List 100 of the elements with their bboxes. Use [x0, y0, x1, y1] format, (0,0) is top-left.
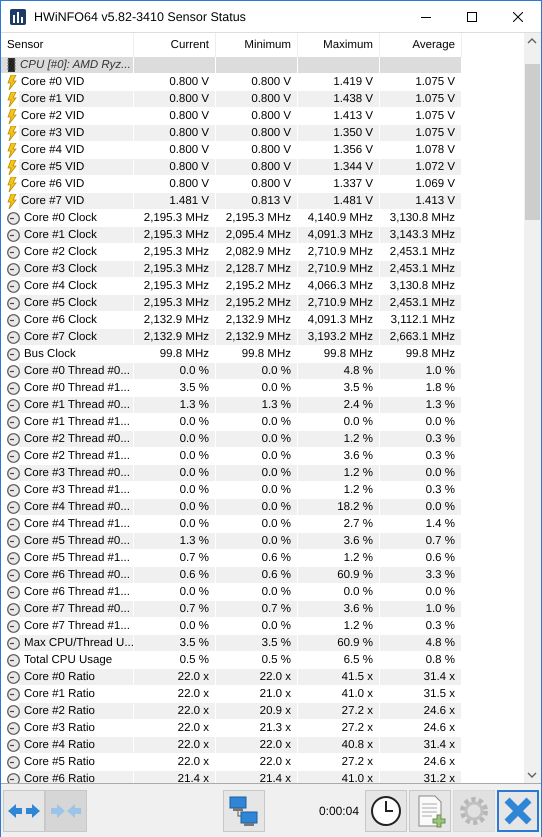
sensor-name: Core #4 Clock: [24, 279, 97, 294]
gauge-icon: [7, 534, 20, 548]
value-cell: 0.0 %: [134, 414, 216, 430]
sensor-name: Core #5 VID: [21, 160, 84, 175]
sensor-name: Core #5 Thread #0...: [24, 534, 130, 549]
expand-button[interactable]: [3, 790, 45, 832]
value-cell: 0.0 %: [134, 448, 216, 464]
gauge-icon: [7, 246, 20, 258]
network-button[interactable]: [222, 790, 265, 832]
value-cell: 2,195.3 MHz: [134, 244, 216, 260]
value-cell: 41.0 x: [298, 771, 380, 783]
value-cell: 2,128.7 MHz: [216, 261, 298, 277]
sensor-name: Core #3 VID: [21, 126, 84, 141]
value-cell: 4,091.3 MHz: [298, 312, 380, 328]
value-cell: 99.8 MHz: [298, 346, 380, 362]
scrollbar[interactable]: [524, 33, 541, 783]
value-cell: 2,710.9 MHz: [298, 244, 380, 260]
value-cell: 21.0 x: [216, 686, 298, 702]
value-cell: 3,130.8 MHz: [380, 210, 462, 226]
value-cell: 0.0 %: [216, 499, 298, 515]
value-cell: 2,195.3 MHz: [134, 210, 216, 226]
value-cell: 2,082.9 MHz: [216, 244, 298, 260]
value-cell: 0.800 V: [134, 142, 216, 158]
gauge-icon: [7, 568, 20, 582]
value-cell: 2,132.9 MHz: [216, 329, 298, 345]
value-cell: 0.800 V: [216, 176, 298, 192]
value-cell: 22.0 x: [216, 754, 298, 770]
sensor-name: Core #6 Thread #0...: [24, 568, 130, 583]
gauge-icon: [7, 432, 20, 446]
value-cell: 0.0 %: [134, 465, 216, 481]
value-cell: 3,193.2 MHz: [298, 329, 380, 345]
value-cell: 60.9 %: [298, 635, 380, 651]
sensor-group-name: CPU [#0]: AMD Ryz...: [20, 58, 131, 73]
value-cell: 31.2 x: [380, 771, 462, 783]
gauge-icon: [7, 262, 20, 276]
value-cell: 0.6 %: [216, 567, 298, 583]
value-cell: 2,710.9 MHz: [298, 295, 380, 311]
scroll-thumb[interactable]: [525, 64, 540, 220]
gauge-icon: [7, 602, 20, 616]
value-cell: 2,195.3 MHz: [134, 295, 216, 311]
lightning-icon: [7, 126, 17, 140]
gauge-icon: [7, 330, 20, 344]
gauge-icon: [7, 280, 20, 292]
value-cell: 0.800 V: [134, 125, 216, 141]
sensor-name: Core #1 VID: [21, 92, 84, 107]
sensor-name: Core #2 Ratio: [24, 704, 95, 719]
value-cell: 0.7 %: [216, 601, 298, 617]
gauge-icon: [7, 722, 20, 734]
gauge-icon: [7, 314, 20, 326]
value-cell: 0.0 %: [216, 516, 298, 532]
value-cell: 0.0 %: [298, 584, 380, 600]
value-cell: 0.800 V: [134, 176, 216, 192]
value-cell: 0.0 %: [380, 499, 462, 515]
clock-icon: [369, 794, 403, 828]
value-cell: 0.800 V: [216, 159, 298, 175]
gauge-icon: [7, 500, 20, 514]
gauge-icon: [7, 364, 20, 378]
value-cell: 41.5 x: [298, 669, 380, 685]
value-cell: 2,453.1 MHz: [380, 295, 462, 311]
value-cell: 0.0 %: [216, 363, 298, 379]
close-button[interactable]: [497, 790, 539, 832]
sensor-name: Core #1 Clock: [24, 228, 97, 243]
gauge-icon: [7, 212, 20, 224]
gauge-icon: [7, 738, 20, 752]
value-cell: 22.0 x: [216, 669, 298, 685]
report-button[interactable]: [409, 790, 451, 832]
value-cell: 24.6 x: [380, 754, 462, 770]
value-cell: 0.800 V: [216, 108, 298, 124]
value-cell: 0.5 %: [134, 652, 216, 668]
value-cell: 0.0 %: [216, 482, 298, 498]
clock-button[interactable]: [365, 790, 407, 832]
value-cell: 41.0 x: [298, 686, 380, 702]
value-cell: 22.0 x: [216, 737, 298, 753]
gauge-icon: [7, 382, 20, 394]
value-cell: 1.438 V: [298, 91, 380, 107]
value-cell: 2,132.9 MHz: [134, 312, 216, 328]
value-cell: 1.075 V: [380, 108, 462, 124]
value-cell: 0.800 V: [216, 91, 298, 107]
value-cell: 0.0 %: [216, 380, 298, 396]
value-cell: 22.0 x: [134, 703, 216, 719]
value-cell: 6.5 %: [298, 652, 380, 668]
value-cell: 3,112.1 MHz: [380, 312, 462, 328]
value-cell: 2,663.1 MHz: [380, 329, 462, 345]
value-cell: 2,453.1 MHz: [380, 261, 462, 277]
value-cell: 1.419 V: [298, 74, 380, 90]
lightning-icon: [7, 176, 17, 192]
sensor-name: Core #6 Thread #1...: [24, 585, 130, 600]
value-cell: 31.4 x: [380, 737, 462, 753]
gauge-icon: [7, 620, 20, 632]
gauge-icon: [7, 228, 20, 242]
value-cell: 1.2 %: [298, 482, 380, 498]
app-icon: [10, 8, 26, 24]
value-cell: 0.0 %: [380, 584, 462, 600]
gauge-icon: [7, 398, 20, 412]
value-cell: 2,195.2 MHz: [216, 295, 298, 311]
gauge-icon: [7, 586, 20, 598]
lightning-icon: [7, 160, 17, 174]
sensor-name: Core #2 Thread #0...: [24, 432, 130, 447]
value-cell: 1.8 %: [380, 380, 462, 396]
lightning-icon: [7, 108, 17, 124]
